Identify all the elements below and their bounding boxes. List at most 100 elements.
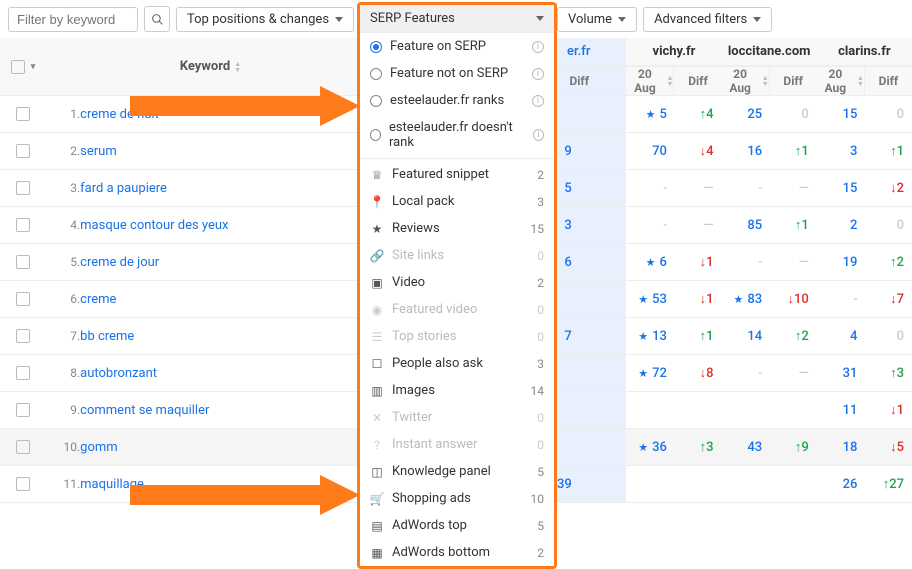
dropdown-feature-item[interactable]: ▣Video2 xyxy=(360,269,554,296)
feature-icon: ? xyxy=(370,438,384,452)
row-checkbox[interactable] xyxy=(16,329,30,343)
star-icon: ★ xyxy=(733,293,743,306)
row-index: 1. xyxy=(46,96,80,133)
positions-filter[interactable]: Top positions & changes xyxy=(176,7,354,32)
radio-icon xyxy=(370,68,382,80)
dropdown-feature-item: ☰Top stories0 xyxy=(360,323,554,350)
domain-col-3: clarins.fr 20 Aug▲▼Diff xyxy=(817,38,912,96)
keyword-link[interactable]: serum xyxy=(80,144,117,159)
info-icon: i xyxy=(533,129,544,141)
feature-icon: ★ xyxy=(370,222,384,236)
row-checkbox[interactable] xyxy=(16,107,30,121)
select-all-checkbox[interactable] xyxy=(11,60,25,74)
star-icon: ★ xyxy=(646,108,656,121)
row-checkbox[interactable] xyxy=(16,218,30,232)
keyword-header[interactable]: Keyword xyxy=(180,59,230,74)
serp-features-filter-open[interactable]: SERP Features xyxy=(360,5,554,33)
chevron-down-icon[interactable]: ▾ xyxy=(31,62,36,72)
feature-icon: ◫ xyxy=(370,465,384,479)
row-checkbox[interactable] xyxy=(16,292,30,306)
feature-icon: ♕ xyxy=(370,168,384,182)
dropdown-feature-item[interactable]: ▦AdWords bottom2 xyxy=(360,539,554,566)
chevron-down-icon xyxy=(618,17,626,22)
info-icon: i xyxy=(532,68,544,80)
row-checkbox[interactable] xyxy=(16,440,30,454)
star-icon: ★ xyxy=(638,441,648,454)
feature-icon: ✕ xyxy=(370,411,384,425)
volume-filter[interactable]: Volume xyxy=(557,7,637,32)
info-icon: i xyxy=(532,95,544,107)
row-index: 11. xyxy=(46,466,80,503)
radio-icon xyxy=(370,129,381,141)
row-checkbox[interactable] xyxy=(16,181,30,195)
chevron-down-icon xyxy=(753,17,761,22)
dropdown-radio-item[interactable]: esteelauder.fr ranksi xyxy=(360,87,554,114)
dropdown-feature-item[interactable]: ▤AdWords top5 xyxy=(360,512,554,539)
star-icon: ★ xyxy=(638,367,648,380)
keyword-link[interactable]: comment se maquiller xyxy=(80,403,209,418)
dropdown-feature-item[interactable]: ◫Knowledge panel5 xyxy=(360,458,554,485)
row-checkbox[interactable] xyxy=(16,144,30,158)
dropdown-feature-item: ◉Featured video0 xyxy=(360,296,554,323)
info-icon: i xyxy=(532,41,544,53)
dropdown-feature-item[interactable]: 📍Local pack3 xyxy=(360,188,554,215)
feature-icon: ▣ xyxy=(370,276,384,290)
radio-icon xyxy=(370,95,382,107)
sort-icon: ▲▼ xyxy=(234,61,241,73)
feature-icon: ☰ xyxy=(370,330,384,344)
keyword-link[interactable]: creme de nuit xyxy=(80,107,159,122)
row-index: 6. xyxy=(46,281,80,318)
dropdown-feature-item[interactable]: 🛒Shopping ads10 xyxy=(360,485,554,512)
row-checkbox[interactable] xyxy=(16,403,30,417)
dropdown-feature-item[interactable]: ☐People also ask3 xyxy=(360,350,554,377)
row-index: 5. xyxy=(46,244,80,281)
row-index: 4. xyxy=(46,207,80,244)
dropdown-radio-item[interactable]: Feature not on SERPi xyxy=(360,60,554,87)
feature-icon: ▤ xyxy=(370,519,384,533)
feature-icon: 🔗 xyxy=(370,249,384,263)
keyword-link[interactable]: creme xyxy=(80,292,116,307)
serp-features-dropdown: SERP Features Feature on SERPiFeature no… xyxy=(357,2,557,569)
row-checkbox[interactable] xyxy=(16,366,30,380)
row-index: 8. xyxy=(46,355,80,392)
domain-col-2: loccitane.com 20 Aug▲▼Diff xyxy=(722,38,817,96)
feature-icon: ▦ xyxy=(370,546,384,560)
dropdown-feature-item[interactable]: ▥Images14 xyxy=(360,377,554,404)
keyword-link[interactable]: autobronzant xyxy=(80,366,157,381)
row-checkbox[interactable] xyxy=(16,477,30,491)
advanced-filters[interactable]: Advanced filters xyxy=(643,7,772,32)
row-index: 7. xyxy=(46,318,80,355)
dropdown-radio-item[interactable]: Feature on SERPi xyxy=(360,33,554,60)
feature-icon: ☐ xyxy=(370,357,384,371)
feature-icon: 🛒 xyxy=(370,492,384,506)
row-index: 10. xyxy=(46,429,80,466)
dropdown-radio-item[interactable]: esteelauder.fr doesn't ranki xyxy=(360,114,554,156)
dropdown-feature-item: 🔗Site links0 xyxy=(360,242,554,269)
keyword-link[interactable]: maquillage xyxy=(80,477,144,492)
domain-col-1: vichy.fr 20 Aug▲▼Diff xyxy=(626,38,721,96)
feature-icon: ◉ xyxy=(370,303,384,317)
feature-icon: ▥ xyxy=(370,384,384,398)
keyword-link[interactable]: fard a paupiere xyxy=(80,181,167,196)
row-index: 3. xyxy=(46,170,80,207)
star-icon: ★ xyxy=(638,293,648,306)
chevron-down-icon xyxy=(536,16,544,21)
dropdown-feature-item: ?Instant answer0 xyxy=(360,431,554,458)
row-index: 9. xyxy=(46,392,80,429)
chevron-down-icon xyxy=(335,17,343,22)
dropdown-feature-item: ✕Twitter0 xyxy=(360,404,554,431)
row-checkbox[interactable] xyxy=(16,255,30,269)
keyword-link[interactable]: masque contour des yeux xyxy=(80,218,228,233)
feature-icon: 📍 xyxy=(370,195,384,209)
star-icon: ★ xyxy=(646,256,656,269)
radio-icon xyxy=(370,41,382,53)
keyword-link[interactable]: gomm xyxy=(80,440,118,455)
row-index: 2. xyxy=(46,133,80,170)
dropdown-feature-item[interactable]: ★Reviews15 xyxy=(360,215,554,242)
keyword-link[interactable]: creme de jour xyxy=(80,255,159,270)
search-icon[interactable] xyxy=(144,6,170,32)
dropdown-feature-item[interactable]: ♕Featured snippet2 xyxy=(360,161,554,188)
star-icon: ★ xyxy=(638,330,648,343)
keyword-link[interactable]: bb creme xyxy=(80,329,134,344)
filter-keyword-input[interactable] xyxy=(8,7,138,32)
